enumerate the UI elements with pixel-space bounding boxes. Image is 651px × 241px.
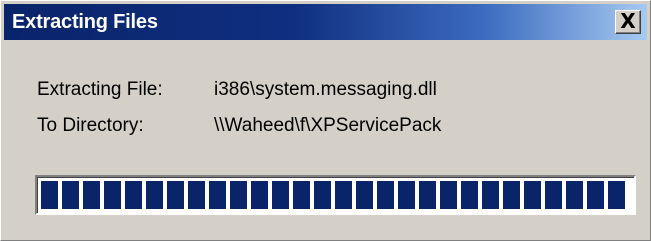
progress-block [209,181,226,209]
to-directory-value: \\Waheed\f\XPServicePack [214,115,442,136]
progress-block [524,181,541,209]
progress-block [377,181,394,209]
extract-dialog: Extracting Files X Extracting File: i386… [0,0,651,241]
progress-block [41,181,58,209]
close-button[interactable]: X [615,10,641,34]
progress-block [230,181,247,209]
title-bar[interactable]: Extracting Files X [4,4,647,40]
progress-block [272,181,289,209]
progress-block [356,181,373,209]
progress-block [419,181,436,209]
progress-block [146,181,163,209]
progress-block [608,181,625,209]
progress-block [587,181,604,209]
progress-block [440,181,457,209]
progress-block [125,181,142,209]
progress-block [566,181,583,209]
progress-block [188,181,205,209]
progress-block [314,181,331,209]
to-directory-label: To Directory: [37,115,144,136]
extracting-file-value: i386\system.messaging.dll [214,79,437,100]
progress-block [167,181,184,209]
progress-block [398,181,415,209]
progress-block [104,181,121,209]
progress-block [461,181,478,209]
progress-block [335,181,352,209]
progress-bar [35,175,636,215]
progress-block [545,181,562,209]
progress-block [83,181,100,209]
extracting-file-label: Extracting File: [37,79,163,100]
progress-block [482,181,499,209]
close-icon: X [620,9,636,33]
progress-block [293,181,310,209]
window-title: Extracting Files [12,11,158,33]
progress-block [251,181,268,209]
progress-block [62,181,79,209]
progress-fill [41,181,625,209]
progress-block [503,181,520,209]
